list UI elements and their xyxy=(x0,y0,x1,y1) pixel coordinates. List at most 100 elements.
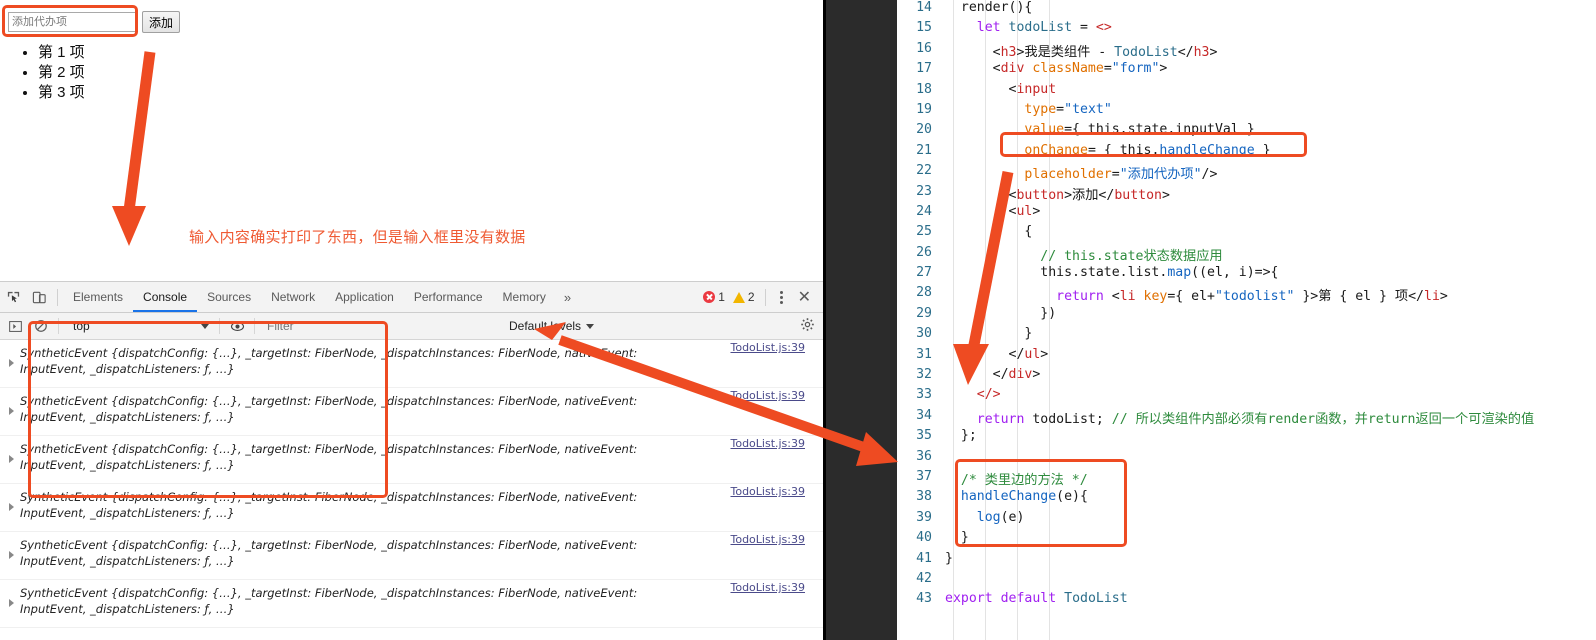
live-expression-eye-icon[interactable] xyxy=(224,313,250,339)
code-line: 14 render(){ xyxy=(897,0,1596,20)
line-content: }; xyxy=(945,428,977,444)
console-log-row[interactable]: TodoList.js:39 SyntheticEvent {dispatchCo… xyxy=(0,532,823,580)
console-sidebar-toggle-icon[interactable] xyxy=(2,313,28,339)
chevron-down-icon-2 xyxy=(586,323,595,329)
line-number: 36 xyxy=(916,448,932,464)
code-line: 34 return todoList; // 所以类组件内部必须有render函… xyxy=(897,408,1596,428)
line-number: 41 xyxy=(916,550,932,566)
line-number: 30 xyxy=(916,326,932,342)
expand-triangle-icon[interactable] xyxy=(9,359,14,367)
line-number: 42 xyxy=(916,570,932,586)
line-number: 16 xyxy=(916,40,932,56)
code-line: 42 xyxy=(897,571,1596,591)
code-line: 25 { xyxy=(897,224,1596,244)
todo-list: 第 1 项 第 2 项 第 3 项 xyxy=(0,43,85,103)
tab-elements[interactable]: Elements xyxy=(63,282,133,312)
list-item: 第 3 项 xyxy=(38,83,85,103)
code-editor-pane[interactable]: 14 render(){15 let todoList = <> 16 <h3>我… xyxy=(897,0,1596,640)
screenshot-root: 添加 第 1 项 第 2 项 第 3 项 输入内容确实打印了东西，但是输入框里没… xyxy=(0,0,1596,640)
tab-sources[interactable]: Sources xyxy=(197,282,261,312)
line-content: <h3>我是类组件 - TodoList</h3> xyxy=(945,44,1218,60)
log-source-link[interactable]: TodoList.js:39 xyxy=(730,389,805,402)
devtools-panel: Elements Console Sources Network Applica… xyxy=(0,281,823,640)
code-line: 28 return <li key={ el+"todolist" }>第 { … xyxy=(897,285,1596,305)
log-source-link[interactable]: TodoList.js:39 xyxy=(730,581,805,594)
log-source-link[interactable]: TodoList.js:39 xyxy=(730,437,805,450)
console-log-row[interactable]: TodoList.js:39 SyntheticEvent {dispatchCo… xyxy=(0,580,823,628)
page-content-area: 添加 第 1 项 第 2 项 第 3 项 输入内容确实打印了东西，但是输入框里没… xyxy=(0,0,823,281)
console-filter-input[interactable] xyxy=(259,318,441,334)
line-number: 18 xyxy=(916,81,932,97)
code-line: 41} xyxy=(897,551,1596,571)
expand-triangle-icon[interactable] xyxy=(9,407,14,415)
device-toolbar-icon[interactable] xyxy=(26,284,52,310)
code-lines: 14 render(){15 let todoList = <> 16 <h3>我… xyxy=(897,0,1596,612)
list-item: 第 1 项 xyxy=(38,43,85,63)
console-log-row[interactable]: TodoList.js:39 SyntheticEvent {dispatchCo… xyxy=(0,340,823,388)
line-number: 34 xyxy=(916,407,932,423)
console-log-list[interactable]: TodoList.js:39 SyntheticEvent {dispatchCo… xyxy=(0,340,823,640)
expand-triangle-icon[interactable] xyxy=(9,551,14,559)
line-number: 37 xyxy=(916,468,932,484)
line-content: type="text" xyxy=(1024,101,1112,117)
expand-triangle-icon[interactable] xyxy=(9,503,14,511)
more-options-icon[interactable] xyxy=(773,290,790,304)
tab-console[interactable]: Console xyxy=(133,282,197,312)
line-content: value={ this.state.inputVal } xyxy=(1024,122,1255,138)
log-source-link[interactable]: TodoList.js:39 xyxy=(730,533,805,546)
log-message: SyntheticEvent {dispatchConfig: {…}, _ta… xyxy=(20,586,638,616)
close-icon[interactable]: ✕ xyxy=(792,287,817,307)
more-tabs-chevron-icon[interactable]: » xyxy=(556,290,579,305)
line-number: 33 xyxy=(916,387,932,403)
line-number: 24 xyxy=(916,203,932,219)
console-log-row[interactable]: TodoList.js:39 SyntheticEvent {dispatchCo… xyxy=(0,436,823,484)
line-content: <div className="form"> xyxy=(945,61,1168,77)
tab-network[interactable]: Network xyxy=(261,282,325,312)
execution-context-select[interactable]: top xyxy=(63,319,215,333)
line-content: // this.state状态数据应用 xyxy=(1040,248,1223,264)
warning-badge[interactable]: 2 xyxy=(730,290,758,304)
log-levels-select[interactable]: Default levels xyxy=(509,319,600,333)
log-source-link[interactable]: TodoList.js:39 xyxy=(730,341,805,354)
line-number: 29 xyxy=(916,305,932,321)
tab-memory[interactable]: Memory xyxy=(493,282,556,312)
line-content: placeholder="添加代办项"/> xyxy=(1024,167,1218,183)
log-levels-value: Default levels xyxy=(509,319,582,333)
code-line: 38 handleChange(e){ xyxy=(897,489,1596,509)
chevron-down-icon xyxy=(201,323,209,329)
gear-icon[interactable] xyxy=(800,317,815,335)
add-todo-button[interactable]: 添加 xyxy=(142,11,181,33)
tab-application[interactable]: Application xyxy=(325,282,404,312)
line-number: 22 xyxy=(916,163,932,179)
inspect-element-icon[interactable] xyxy=(0,284,26,310)
expand-triangle-icon[interactable] xyxy=(9,455,14,463)
line-number: 19 xyxy=(916,101,932,117)
code-line: 23 <button>添加</button> xyxy=(897,184,1596,204)
warning-count: 2 xyxy=(747,290,755,304)
line-content: handleChange(e){ xyxy=(960,489,1088,505)
line-number: 20 xyxy=(916,122,932,138)
console-log-row[interactable]: TodoList.js:39 SyntheticEvent {dispatchCo… xyxy=(0,484,823,532)
clear-console-icon[interactable] xyxy=(28,313,54,339)
line-number: 21 xyxy=(916,142,932,158)
tab-performance[interactable]: Performance xyxy=(404,282,493,312)
error-badge[interactable]: 1 xyxy=(700,290,728,304)
devtools-status-area: 1 2 ✕ xyxy=(700,287,823,307)
log-message: SyntheticEvent {dispatchConfig: {…}, _ta… xyxy=(20,394,638,424)
console-log-row[interactable]: TodoList.js:39 SyntheticEvent {dispatchCo… xyxy=(0,388,823,436)
code-line: 17 <div className="form"> xyxy=(897,61,1596,81)
code-line: 32 </div> xyxy=(897,367,1596,387)
line-content: render(){ xyxy=(945,0,1033,15)
code-line: 29 }) xyxy=(897,306,1596,326)
code-line: 18 <input xyxy=(897,82,1596,102)
error-icon xyxy=(703,291,716,303)
log-source-link[interactable]: TodoList.js:39 xyxy=(730,485,805,498)
log-message: SyntheticEvent {dispatchConfig: {…}, _ta… xyxy=(20,442,638,472)
expand-triangle-icon[interactable] xyxy=(9,599,14,607)
toolbar-divider xyxy=(57,288,58,306)
log-message: SyntheticEvent {dispatchConfig: {…}, _ta… xyxy=(20,346,638,376)
code-line: 19 type="text" xyxy=(897,102,1596,122)
todo-input[interactable] xyxy=(8,12,138,32)
warning-icon xyxy=(732,291,745,303)
code-line: 21 onChange= { this.handleChange } xyxy=(897,143,1596,163)
